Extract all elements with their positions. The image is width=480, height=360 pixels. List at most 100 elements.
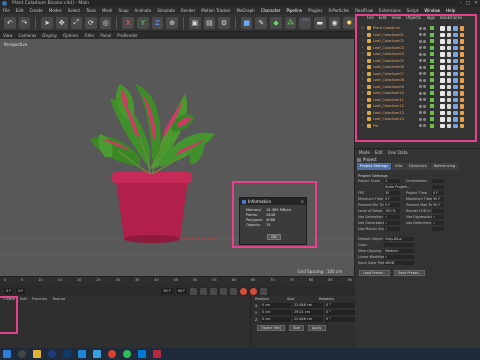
material-tag-icon[interactable] (446, 110, 451, 115)
object-row[interactable]: └ Pot (361, 123, 473, 130)
editor-visibility-dot[interactable] (419, 26, 422, 30)
attr-menu-mode[interactable]: Mode (359, 149, 370, 156)
menu-create[interactable]: Create (29, 8, 42, 13)
material-tag-icon[interactable] (440, 32, 445, 37)
material-tag-icon[interactable] (440, 91, 445, 96)
editor-visibility-dot[interactable] (419, 91, 422, 95)
visibility-dots[interactable] (419, 46, 426, 50)
tab-dynamics[interactable]: Dynamics (406, 163, 430, 170)
material-tag-icon[interactable] (446, 71, 451, 76)
render-picture-viewer-icon[interactable]: ▤ (203, 16, 216, 29)
material-tag-icon[interactable] (440, 104, 445, 109)
material-tag-icon[interactable] (440, 117, 445, 122)
viewport-menu-panel[interactable]: Panel (100, 32, 111, 39)
material-tag-icon[interactable] (459, 52, 464, 57)
menu-tools[interactable]: Tools (86, 8, 96, 13)
minimize-icon[interactable]: – (460, 0, 462, 7)
setting-value[interactable]: ✓ (384, 226, 400, 232)
material-tag-icon[interactable] (453, 52, 458, 57)
x-axis-icon[interactable]: X (122, 16, 135, 29)
render-visibility-dot[interactable] (423, 85, 426, 89)
material-tag-icon[interactable] (459, 91, 464, 96)
material-tag-icon[interactable] (453, 97, 458, 102)
menu-script[interactable]: Script (407, 8, 419, 13)
rotate-icon[interactable]: ⟳ (85, 16, 97, 29)
material-tag-icon[interactable] (459, 71, 464, 76)
end-frame-field[interactable]: 90 F (161, 288, 173, 294)
material-tag-icon[interactable] (453, 39, 458, 44)
material-tag-icon[interactable] (459, 110, 464, 115)
material-tag-icon[interactable] (446, 26, 451, 31)
material-tag-icon[interactable] (440, 45, 445, 50)
vscode-icon[interactable] (78, 350, 86, 358)
material-tag-icon[interactable] (440, 78, 445, 83)
editor-visibility-dot[interactable] (419, 46, 422, 50)
render-visibility-dot[interactable] (423, 33, 426, 37)
render-visibility-dot[interactable] (423, 111, 426, 115)
render-visibility-dot[interactable] (423, 104, 426, 108)
size-field[interactable]: 22.646 cm (293, 303, 323, 308)
select-arrow-icon[interactable]: ➤ (41, 16, 53, 29)
material-tag-icon[interactable] (446, 117, 451, 122)
floor-icon[interactable]: ▬ (314, 16, 326, 29)
material-tag-icon[interactable] (440, 65, 445, 70)
enable-checkmark-icon[interactable] (430, 97, 434, 102)
material-tag-icon[interactable] (459, 65, 464, 70)
record-icon[interactable] (240, 287, 248, 295)
rotation-field[interactable]: 0 ° (325, 303, 355, 308)
menu-file[interactable]: File (3, 8, 10, 13)
attr-menu-user-data[interactable]: User Data (388, 149, 408, 156)
current-frame-field[interactable]: 0 F (16, 288, 26, 294)
visibility-dots[interactable] (419, 124, 426, 128)
editor-visibility-dot[interactable] (419, 52, 422, 56)
material-tag-icon[interactable] (446, 45, 451, 50)
material-tag-icon[interactable] (446, 58, 451, 63)
menu-realflow[interactable]: RealFlow (355, 8, 373, 13)
setting-value[interactable]: Medium (384, 248, 414, 254)
menu-mograph[interactable]: MoGraph (237, 8, 255, 13)
photos-icon[interactable] (93, 350, 101, 358)
move-icon[interactable]: ✥ (55, 16, 68, 29)
setting-value[interactable]: 90 F (432, 202, 444, 208)
visibility-dots[interactable] (419, 33, 426, 37)
material-tag-icon[interactable] (440, 58, 445, 63)
material-tag-icon[interactable] (440, 71, 445, 76)
tab-project-settings[interactable]: Project Settings (357, 163, 392, 170)
render-visibility-dot[interactable] (423, 65, 426, 69)
material-tag-icon[interactable] (440, 97, 445, 102)
setting-value[interactable] (384, 242, 414, 248)
render-visibility-dot[interactable] (423, 124, 426, 128)
visibility-dots[interactable] (419, 117, 426, 121)
material-tag-icon[interactable] (446, 32, 451, 37)
editor-visibility-dot[interactable] (419, 39, 422, 43)
viewport-menu-cameras[interactable]: Cameras (19, 32, 37, 39)
setting-value[interactable]: sRGB (384, 260, 414, 266)
file-explorer-icon[interactable] (33, 350, 41, 358)
material-tag-icon[interactable] (446, 91, 451, 96)
light-icon[interactable]: ✹ (343, 16, 355, 29)
setting-value[interactable]: ✓ (384, 220, 400, 226)
editor-visibility-dot[interactable] (419, 33, 422, 37)
material-tag-icon[interactable] (446, 39, 451, 44)
material-tag-icon[interactable] (453, 91, 458, 96)
menu-modes[interactable]: Modes (49, 8, 62, 13)
material-tag-icon[interactable] (459, 117, 464, 122)
next-frame-icon[interactable] (220, 287, 228, 295)
material-tag-icon[interactable] (459, 45, 464, 50)
z-axis-icon[interactable]: Z (151, 16, 164, 29)
live-selection-icon[interactable]: ◎ (99, 16, 112, 29)
material-tag-icon[interactable] (446, 84, 451, 89)
attr-menu-edit[interactable]: Edit (375, 149, 383, 156)
editor-visibility-dot[interactable] (419, 72, 422, 76)
render-visibility-dot[interactable] (423, 91, 426, 95)
menu-simulate[interactable]: Simulate (157, 8, 175, 13)
viewport-menu-prorender[interactable]: ProRender (117, 32, 138, 39)
menu-window[interactable]: Window (424, 8, 440, 13)
material-tag-icon[interactable] (453, 65, 458, 70)
subdivision-icon[interactable]: ◆ (270, 16, 282, 29)
material-tag-icon[interactable] (453, 110, 458, 115)
enable-checkmark-icon[interactable] (430, 52, 434, 57)
photoshop-icon[interactable] (63, 350, 71, 358)
windows-start-icon[interactable] (3, 350, 11, 358)
editor-visibility-dot[interactable] (419, 104, 422, 108)
